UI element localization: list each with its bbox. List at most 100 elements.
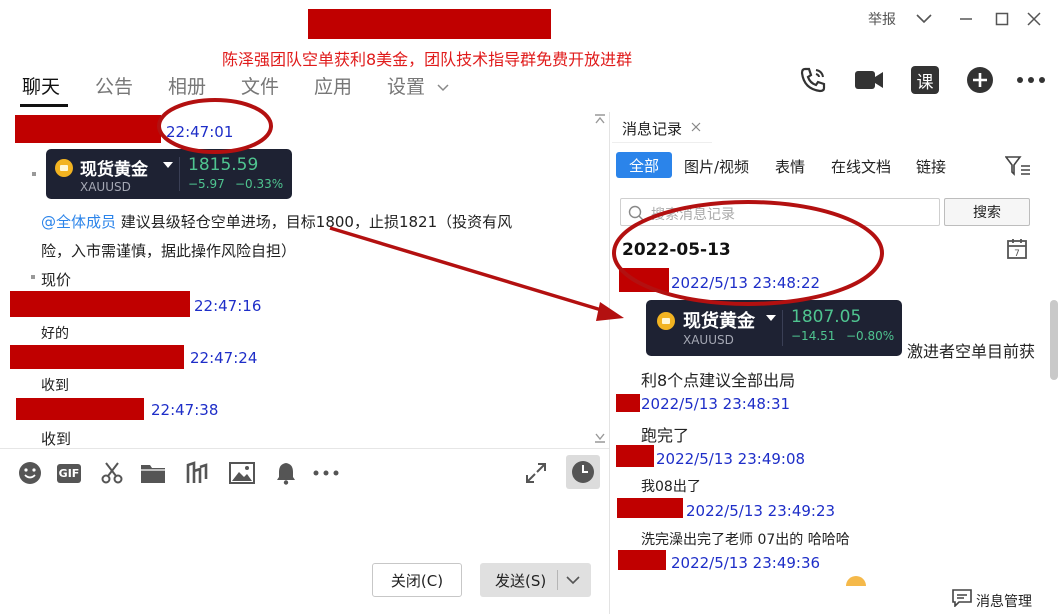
more-tools-button[interactable]	[313, 460, 339, 486]
message-text: 收到	[41, 430, 72, 448]
calendar-day: 7	[1014, 249, 1020, 259]
tab-settings-label: 设置	[387, 76, 426, 98]
announcement-line-1: @全体成员 建议县级轻仓空单进场，目标1800，止损1821（投资有风	[41, 211, 512, 232]
message-timestamp: 22:47:16	[194, 297, 262, 315]
filter-docs[interactable]: 在线文档	[831, 156, 891, 177]
file-button[interactable]	[140, 460, 166, 486]
video-icon	[855, 71, 883, 89]
quote-symbol: XAUUSD	[80, 180, 131, 194]
notification-button[interactable]	[273, 460, 299, 486]
phone-icon	[800, 67, 826, 93]
bullet-dot	[31, 275, 35, 279]
close-history-tab[interactable]	[691, 120, 701, 136]
tab-album[interactable]: 相册	[168, 72, 206, 99]
emoji-button[interactable]	[17, 460, 43, 486]
close-button[interactable]: 关闭(C)	[372, 563, 462, 597]
tab-announcement[interactable]: 公告	[95, 72, 133, 99]
history-button[interactable]	[566, 455, 600, 489]
divider	[179, 157, 180, 191]
redacted-sender-name	[16, 398, 144, 420]
message-timestamp: 22:47:24	[190, 349, 258, 367]
close-window-button[interactable]	[1022, 8, 1046, 30]
tab-chat[interactable]: 聊天	[22, 72, 60, 99]
divider	[782, 310, 783, 346]
mention-all-link[interactable]: @全体成员	[41, 213, 116, 231]
history-date: 2022-05-13	[622, 240, 731, 260]
quote-name: 现货黄金	[80, 160, 148, 180]
message-text: 洗完澡出完了老师 07出的 哈哈哈	[641, 532, 850, 548]
image-button[interactable]	[229, 460, 255, 486]
minimize-icon	[960, 18, 972, 20]
more-button[interactable]	[1015, 64, 1047, 96]
filter-icon	[1004, 156, 1030, 176]
history-search-input[interactable]: 搜索消息记录	[620, 198, 940, 226]
quote-change-pct: −0.33%	[235, 177, 284, 191]
redacted-sender-name	[617, 498, 683, 518]
folder-icon	[141, 465, 165, 483]
more-icon	[313, 470, 339, 476]
redacted-sender-name	[15, 115, 161, 143]
search-button[interactable]: 搜索	[944, 198, 1030, 226]
send-divider	[557, 570, 558, 590]
voice-call-button[interactable]	[797, 64, 829, 96]
gold-coin-icon	[55, 159, 73, 177]
redacted-sender-name	[616, 445, 654, 467]
message-text: 激进者空单目前获	[907, 342, 1036, 361]
filter-stickers[interactable]: 表情	[775, 156, 805, 177]
search-icon	[628, 205, 644, 221]
course-icon: 课	[911, 66, 939, 94]
quote-change: −14.51	[791, 329, 836, 343]
calendar-button[interactable]: 7	[1006, 238, 1028, 264]
gif-icon: GIF	[56, 463, 82, 483]
add-button[interactable]	[964, 64, 996, 96]
expand-input-button[interactable]	[523, 460, 549, 486]
announcement-text: 建议县级轻仓空单进场，目标1800，止损1821（投资有风	[116, 213, 513, 231]
scroll-down-icon[interactable]	[594, 433, 606, 443]
annotation-arrowhead	[596, 302, 624, 321]
filter-media[interactable]: 图片/视频	[684, 156, 749, 177]
more-icon	[1017, 77, 1045, 83]
gif-button[interactable]: GIF	[56, 460, 82, 486]
shake-icon	[186, 461, 208, 483]
message-manage-button[interactable]	[952, 589, 972, 611]
tab-files[interactable]: 文件	[241, 72, 279, 99]
message-timestamp: 22:47:38	[151, 401, 219, 419]
add-icon	[967, 67, 993, 93]
quote-name: 现货黄金	[683, 311, 755, 332]
tab-settings[interactable]: 设置	[387, 72, 449, 99]
maximize-button[interactable]	[990, 8, 1014, 30]
chevron-down-icon	[916, 14, 932, 24]
sticker-emoji	[846, 576, 866, 586]
close-icon	[1027, 12, 1041, 26]
course-button[interactable]: 课	[909, 64, 941, 96]
filter-links[interactable]: 链接	[916, 156, 946, 177]
message-manage-label[interactable]: 消息管理	[976, 591, 1032, 611]
scroll-up-icon[interactable]	[594, 114, 606, 124]
shake-button[interactable]	[184, 460, 210, 486]
image-icon	[229, 462, 255, 484]
chevron-down-icon[interactable]	[566, 576, 580, 585]
filter-all[interactable]: 全部	[616, 152, 672, 178]
gold-quote-card[interactable]: 现货黄金 XAUUSD 1815.59 −5.97 −0.33%	[46, 149, 292, 199]
dropdown-button[interactable]	[912, 8, 936, 30]
scissors-icon	[101, 462, 123, 484]
chevron-down-icon	[437, 83, 449, 91]
history-scrollbar[interactable]	[1050, 300, 1058, 380]
message-text: 利8个点建议全部出局	[641, 371, 796, 390]
bullet-dot	[32, 172, 36, 176]
video-call-button[interactable]	[853, 64, 885, 96]
send-button[interactable]: 发送(S)	[480, 563, 591, 597]
history-panel-tab[interactable]: 消息记录	[622, 118, 682, 139]
message-timestamp: 2022/5/13 23:48:31	[641, 395, 791, 413]
message-manage-icon	[952, 589, 972, 608]
calendar-icon: 7	[1007, 239, 1027, 259]
filter-options-button[interactable]	[1004, 156, 1031, 180]
quote-change-pct: −0.80%	[846, 329, 895, 343]
gold-quote-card[interactable]: 现货黄金 XAUUSD 1807.05 −14.51 −0.80%	[646, 300, 902, 356]
redacted-sender-name	[10, 345, 184, 369]
current-price-text: 现价	[41, 271, 72, 289]
minimize-button[interactable]	[954, 8, 978, 30]
tab-apps[interactable]: 应用	[314, 72, 352, 99]
report-button[interactable]: 举报	[864, 8, 900, 30]
screenshot-button[interactable]	[99, 460, 125, 486]
